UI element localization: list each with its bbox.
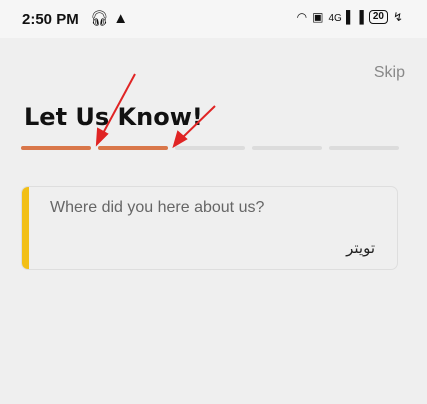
- headphones-icon: 🎧︎: [90, 10, 110, 27]
- status-time: 2:50 PM: [22, 11, 79, 28]
- progress-bar: [21, 146, 399, 150]
- signal-4g-icon: 4G▐: [328, 10, 351, 24]
- progress-segment: [98, 146, 168, 150]
- battery-indicator: 20: [368, 10, 388, 24]
- question-text: Where did you here about us?: [50, 199, 265, 216]
- progress-segment: [21, 146, 91, 150]
- wifi-icon: ◠: [296, 10, 308, 24]
- volte-icon: ▣: [312, 10, 324, 24]
- charging-icon: ↯: [392, 10, 403, 24]
- question-card[interactable]: Where did you here about us? تويتر: [21, 186, 398, 270]
- network-label: 4G: [328, 13, 342, 24]
- skip-button[interactable]: Skip: [374, 64, 405, 82]
- progress-segment: [329, 146, 399, 150]
- status-bar: 2:50 PM 🎧︎ ▲ ◠ ▣ 4G▐ ▐ 20 ↯: [0, 0, 427, 38]
- card-accent-bar: [22, 187, 29, 269]
- progress-segment: [175, 146, 245, 150]
- signal-icon: ▐: [355, 10, 364, 24]
- page-title: Let Us Know!: [24, 103, 203, 131]
- warning-icon: ▲: [113, 10, 129, 27]
- answer-text[interactable]: تويتر: [346, 239, 375, 257]
- progress-segment: [252, 146, 322, 150]
- status-left-icons: 🎧︎ ▲: [90, 9, 128, 27]
- status-right-icons: ◠ ▣ 4G▐ ▐ 20 ↯: [297, 10, 403, 24]
